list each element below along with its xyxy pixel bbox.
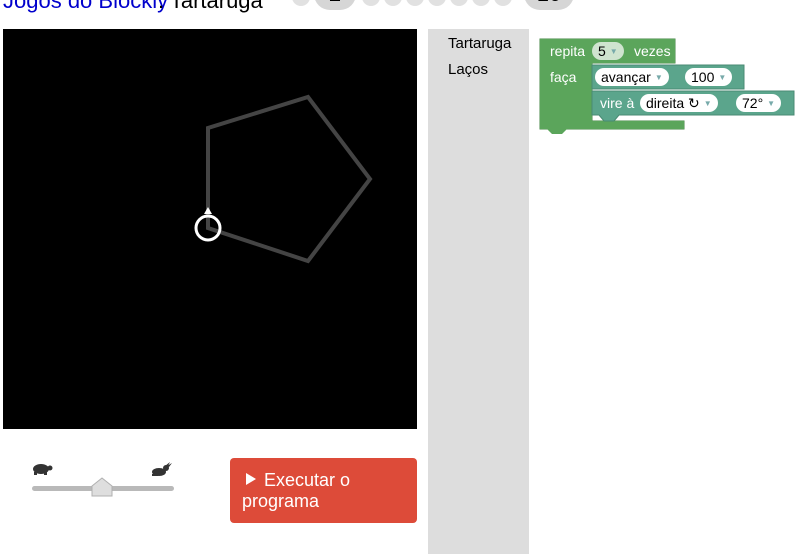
level-5-dot[interactable]	[406, 0, 424, 6]
level-7-dot[interactable]	[450, 0, 468, 6]
level-current-pill[interactable]: 2	[314, 0, 356, 10]
move-direction-dropdown[interactable]: avançar ▼	[595, 68, 669, 86]
game-title: : Tartaruga	[158, 0, 263, 13]
speed-slider[interactable]	[30, 462, 176, 497]
turn-angle-value: 72°	[742, 95, 764, 111]
move-distance-field[interactable]: 100 ▼	[685, 68, 733, 86]
pentagon-path	[206, 94, 373, 264]
move-distance-value: 100	[691, 69, 715, 85]
turn-direction-dropdown[interactable]: direita ↻ ▼	[640, 94, 718, 112]
level-last-pill[interactable]: 10	[524, 0, 574, 10]
do-label: faça	[550, 69, 577, 85]
turn-direction-value: direita ↻	[646, 95, 700, 111]
times-label: vezes	[634, 43, 671, 59]
level-4-dot[interactable]	[384, 0, 402, 6]
block-toolbox: Tartaruga Laços	[428, 29, 529, 554]
dropdown-arrow-icon: ▼	[654, 73, 663, 83]
dropdown-arrow-icon: ▼	[609, 47, 618, 57]
repeat-count-field[interactable]: 5 ▼	[592, 42, 624, 60]
repeat-count-value: 5	[598, 43, 606, 59]
toolbox-category-turtle[interactable]: Tartaruga	[448, 35, 511, 52]
play-icon	[246, 473, 256, 485]
run-button-label: Executar o programa	[242, 470, 351, 511]
level-8-dot[interactable]	[472, 0, 490, 6]
block-workspace[interactable]: repita 5 ▼ vezes faça avançar ▼ 100 ▼ vire …	[529, 29, 803, 554]
speed-thumb[interactable]	[91, 477, 113, 497]
level-9-dot[interactable]	[494, 0, 512, 6]
blockly-games-link[interactable]: Jogos do Blockly	[3, 0, 168, 14]
run-program-button[interactable]: Executar o programa	[230, 458, 417, 523]
dropdown-arrow-icon: ▼	[703, 99, 712, 109]
turtle-canvas	[3, 29, 417, 429]
turn-label: vire à	[600, 95, 635, 111]
turtle-slow-icon	[33, 464, 53, 475]
turtle-drawing	[194, 94, 373, 264]
rabbit-fast-icon	[152, 462, 172, 476]
repeat-label: repita	[550, 43, 586, 59]
dropdown-arrow-icon: ▼	[767, 99, 776, 109]
move-direction-value: avançar	[601, 69, 651, 85]
dropdown-arrow-icon: ▼	[718, 73, 727, 83]
level-1-dot[interactable]	[292, 0, 310, 6]
turn-angle-field[interactable]: 72° ▼	[736, 94, 782, 112]
page-header: Jogos do Blockly : Tartaruga 2 10	[0, 0, 803, 16]
toolbox-category-loops[interactable]: Laços	[448, 61, 488, 78]
level-3-dot[interactable]	[362, 0, 380, 6]
level-6-dot[interactable]	[428, 0, 446, 6]
